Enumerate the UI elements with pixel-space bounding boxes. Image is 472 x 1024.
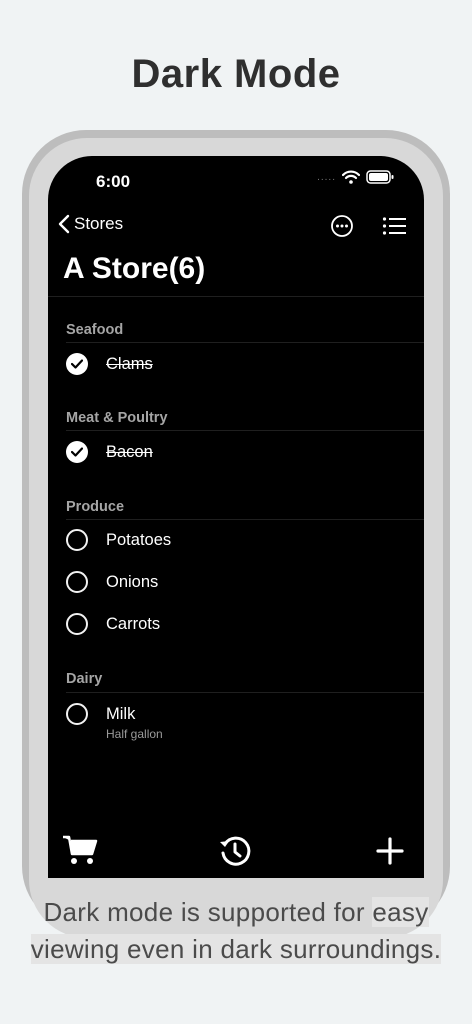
section-divider <box>66 519 424 520</box>
add-icon[interactable] <box>376 837 404 865</box>
signal-icon: ..... <box>317 171 336 183</box>
list-view-icon[interactable] <box>382 216 406 236</box>
item-label: Potatoes <box>106 530 172 549</box>
section-header-dairy: Dairy <box>66 671 103 687</box>
section-header-meat-poultry: Meat & Poultry <box>66 410 168 426</box>
item-note: Half gallon <box>106 727 163 741</box>
unchecked-circle-icon[interactable] <box>66 703 88 725</box>
unchecked-circle-icon[interactable] <box>66 613 88 635</box>
checkmark-icon <box>71 359 83 369</box>
list-title: A Store(6) <box>63 252 206 285</box>
caption-line1: Dark mode is supported for <box>43 897 373 927</box>
cart-icon[interactable] <box>62 834 98 866</box>
section-header-produce: Produce <box>66 499 125 515</box>
caption-highlight: easy <box>372 897 429 927</box>
unchecked-circle-icon[interactable] <box>66 529 88 551</box>
unchecked-circle-icon[interactable] <box>66 571 88 593</box>
nav-actions <box>330 214 406 238</box>
list-item-carrots[interactable]: Carrots <box>66 613 406 635</box>
wifi-icon <box>342 170 360 184</box>
checked-circle-icon[interactable] <box>66 441 88 463</box>
phone-screen: 6:00 ..... Stores A Store(6) Seafood Cla… <box>48 156 424 878</box>
checked-circle-icon[interactable] <box>66 353 88 375</box>
back-button[interactable]: Stores <box>58 214 123 234</box>
item-label: Clams <box>106 354 153 373</box>
list-item-onions[interactable]: Onions <box>66 571 406 593</box>
item-label: Bacon <box>106 442 153 461</box>
list-item-potatoes[interactable]: Potatoes <box>66 529 406 551</box>
section-header-seafood: Seafood <box>66 322 124 338</box>
back-chevron-icon <box>58 214 70 234</box>
history-icon[interactable] <box>218 834 252 868</box>
item-label: Onions <box>106 572 159 591</box>
list-item-milk[interactable]: Milk <box>66 703 406 725</box>
section-divider <box>66 430 424 431</box>
caption: Dark mode is supported for easy viewing … <box>0 894 472 968</box>
item-label: Milk <box>106 704 136 723</box>
more-options-icon[interactable] <box>330 214 354 238</box>
caption-line2: viewing even in dark surroundings. <box>30 934 442 964</box>
status-icons: ..... <box>317 170 394 184</box>
bottom-toolbar <box>48 824 424 878</box>
item-label: Carrots <box>106 614 161 633</box>
back-label: Stores <box>74 214 124 233</box>
battery-icon <box>366 170 394 184</box>
list-item-clams[interactable]: Clams <box>66 353 406 375</box>
title-divider <box>48 296 424 297</box>
section-divider <box>66 692 424 693</box>
page-headline: Dark Mode <box>131 52 341 96</box>
checkmark-icon <box>71 447 83 457</box>
status-time: 6:00 <box>96 172 131 191</box>
list-item-bacon[interactable]: Bacon <box>66 441 406 463</box>
section-divider <box>66 342 424 343</box>
